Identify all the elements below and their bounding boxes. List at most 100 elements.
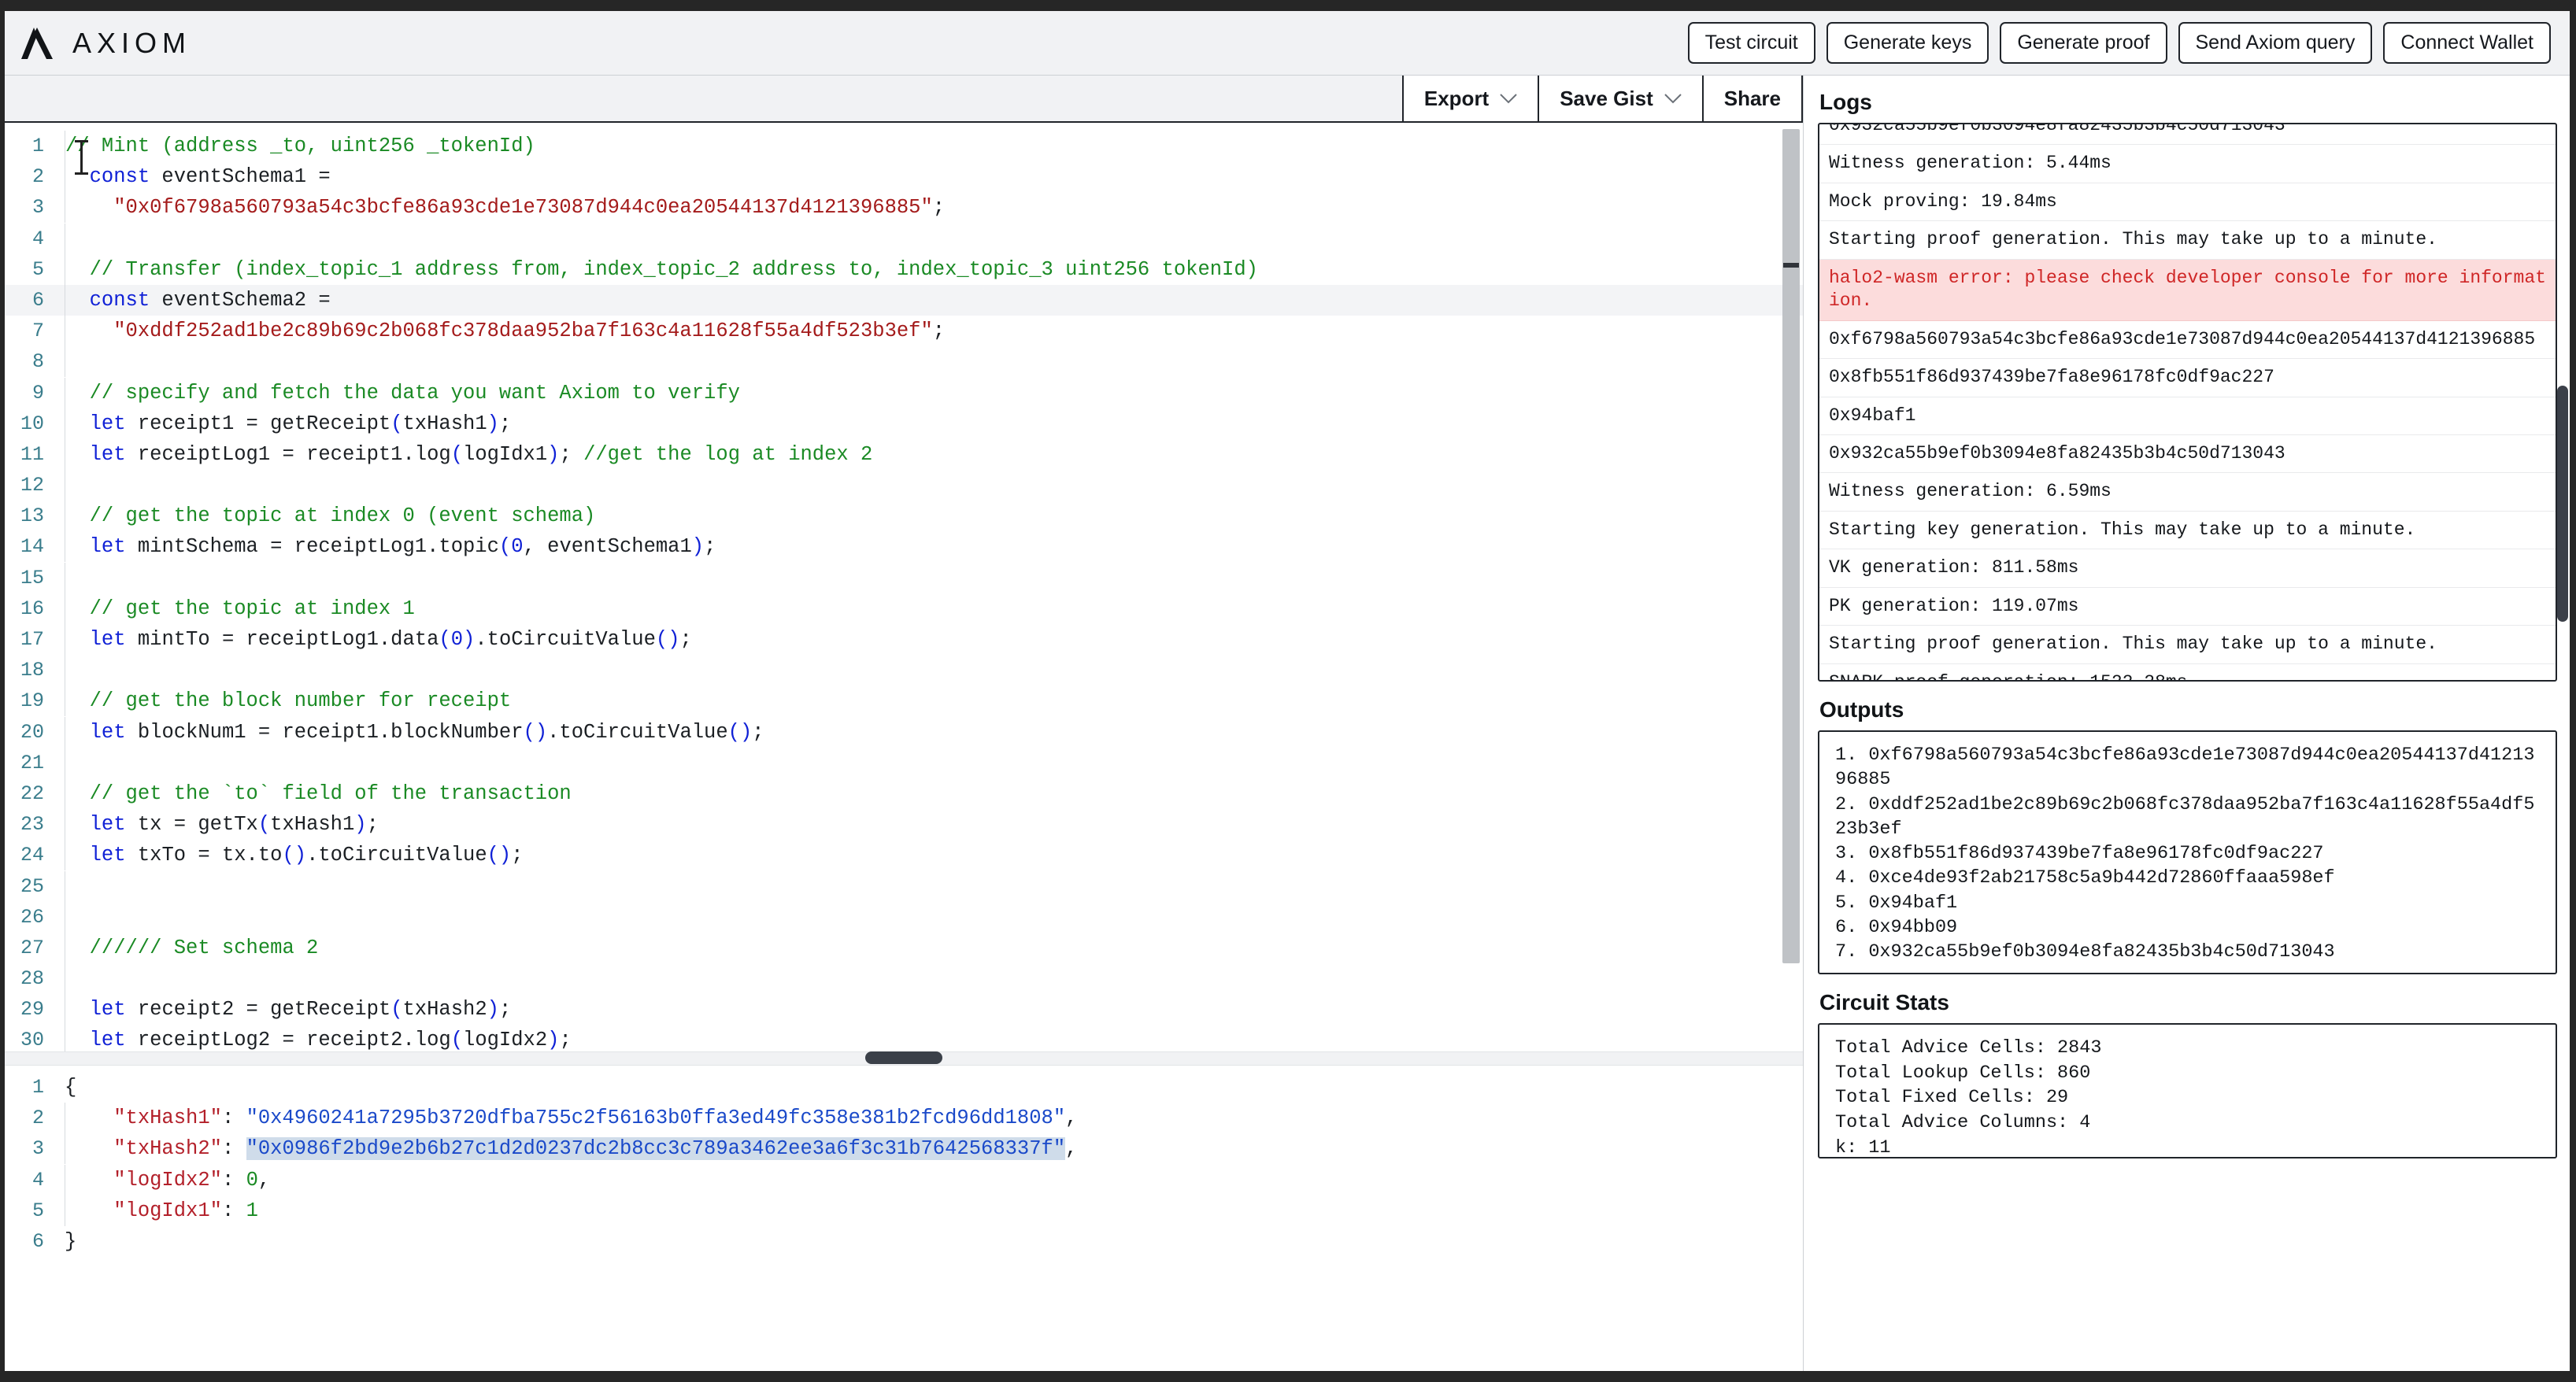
line-number: 25 [20,874,44,898]
json-line[interactable]: 1{ [5,1072,1803,1103]
line-number: 3 [31,196,44,220]
export-label: Export [1423,86,1490,110]
line-number: 17 [20,628,44,651]
code-line[interactable]: 5 // Transfer (index_topic_1 address fro… [5,253,1803,285]
share-label: Share [1723,86,1781,110]
line-number: 28 [20,967,44,991]
json-line[interactable]: 2 "txHash1": "0x4960241a7295b3720dfba755… [5,1103,1803,1134]
code-line[interactable]: 10 let receipt1 = getReceipt(txHash1); [5,408,1803,439]
code-line[interactable]: 25 [5,870,1803,902]
logs-box[interactable]: 0x932ca55b9ef0b3094e8fa82435b3b4c50d7130… [1818,123,2557,682]
axiom-app-window: AXIOM Test circuit Generate keys Generat… [0,0,2576,1382]
code-editor-scroll-marker [1783,263,1799,268]
splitter-drag-handle[interactable] [865,1051,942,1064]
line-number: 13 [20,504,44,528]
line-number: 29 [20,998,44,1022]
code-line[interactable]: 1 // Mint (address _to, uint256 _tokenId) [5,131,1803,161]
line-number: 22 [20,782,44,805]
json-line-text: "txHash1": "0x4960241a7295b3720dfba755c2… [65,1103,1077,1134]
code-line[interactable]: 20 let blockNum1 = receipt1.blockNumber(… [5,716,1803,748]
code-line[interactable]: 28 [5,963,1803,995]
code-line[interactable]: 6 const eventSchema2 = [5,284,1803,316]
line-number: 5 [31,1199,44,1222]
code-line-text: // specify and fetch the data you want A… [65,377,740,408]
code-line[interactable]: 2 const eventSchema1 = [5,161,1803,193]
code-line[interactable]: 27 ////// Set schema 2 [5,932,1803,963]
json-line[interactable]: 3 "txHash2": "0x0986f2bd9e2b6b27c1d2d023… [5,1133,1803,1165]
axiom-logo-icon [21,27,53,59]
brand-name: AXIOM [72,26,192,59]
generate-proof-button[interactable]: Generate proof [2000,21,2167,65]
code-line[interactable]: 7 "0xddf252ad1be2c89b69c2b068fc378daa952… [5,316,1803,347]
code-editor-vertical-scrollbar[interactable] [1782,129,1800,963]
line-number: 4 [31,1168,44,1192]
save-gist-label: Save Gist [1560,86,1653,110]
circuit-stats-title: Circuit Stats [1819,990,1949,1014]
outputs-title: Outputs [1819,697,1904,722]
line-number: 1 [31,1076,44,1099]
code-line-text: let blockNum1 = receipt1.blockNumber().t… [65,716,764,748]
log-row: SNARK proof generation: 1522.28ms [1819,664,2556,680]
circuit-stat-row: Total Lookup Cells: 860 [1835,1062,2091,1084]
code-line[interactable]: 4 [5,223,1803,254]
code-line[interactable]: 23 let tx = getTx(txHash1); [5,809,1803,841]
code-line-text [65,655,77,686]
code-line[interactable]: 14 let mintSchema = receiptLog1.topic(0,… [5,531,1803,563]
code-line[interactable]: 18 [5,655,1803,686]
code-line[interactable]: 13 // get the topic at index 0 (event sc… [5,501,1803,532]
brand[interactable]: AXIOM [20,26,191,61]
line-number: 10 [20,412,44,435]
line-number: 3 [31,1137,44,1161]
code-line[interactable]: 22 // get the `to` field of the transact… [5,778,1803,809]
code-line[interactable]: 11 let receiptLog1 = receipt1.log(logIdx… [5,438,1803,470]
share-button[interactable]: Share [1701,76,1803,121]
code-line-text: let receipt2 = getReceipt(txHash2); [65,994,511,1025]
connect-wallet-button[interactable]: Connect Wallet [2383,21,2551,65]
code-line-text: let receiptLog2 = receipt2.log(logIdx2); [65,1025,572,1051]
code-line[interactable]: 29 let receipt2 = getReceipt(txHash2); [5,994,1803,1025]
code-line-text: // get the topic at index 0 (event schem… [65,501,595,532]
json-line[interactable]: 5 "logIdx1": 1 [5,1195,1803,1226]
code-line[interactable]: 30 let receiptLog2 = receipt2.log(logIdx… [5,1025,1803,1051]
outputs-section: Outputs 0xf6798a560793a54c3bcfe86a93cde1… [1818,694,2557,974]
save-gist-button[interactable]: Save Gist [1538,76,1702,121]
code-line[interactable]: 24 let txTo = tx.to().toCircuitValue(); [5,840,1803,871]
send-axiom-query-button[interactable]: Send Axiom query [2178,21,2373,65]
line-number: 27 [20,936,44,959]
code-line-text: // Transfer (index_topic_1 address from,… [65,253,1258,285]
code-line[interactable]: 26 [5,901,1803,933]
output-item: 0x932ca55b9ef0b3094e8fa82435b3b4c50d7130… [1868,941,2335,963]
code-line[interactable]: 8 [5,346,1803,378]
logs-list: 0x932ca55b9ef0b3094e8fa82435b3b4c50d7130… [1819,124,2556,680]
code-editor[interactable]: 1 // Mint (address _to, uint256 _tokenId)… [5,123,1803,1051]
output-item: 0x8fb551f86d937439be7fa8e96178fc0df9ac22… [1868,843,2324,864]
code-editor-lines: 1 // Mint (address _to, uint256 _tokenId)… [5,123,1803,1051]
inputs-json-editor[interactable]: 1{2 "txHash1": "0x4960241a7295b3720dfba7… [5,1066,1803,1371]
log-row: 0x932ca55b9ef0b3094e8fa82435b3b4c50d7130… [1819,124,2556,146]
editor-splitter[interactable] [5,1051,1803,1066]
json-line-text: } [65,1229,77,1253]
code-line-text: let mintSchema = receiptLog1.topic(0, ev… [65,531,716,563]
results-panel-scrollbar[interactable] [2557,386,2568,622]
code-line[interactable]: 19 // get the block number for receipt [5,685,1803,717]
line-number: 14 [20,535,44,559]
code-line[interactable]: 3 "0x0f6798a560793a54c3bcfe86a93cde1e730… [5,192,1803,224]
line-number: 26 [20,905,44,929]
code-line[interactable]: 21 [5,747,1803,778]
line-number: 9 [31,381,44,405]
code-line[interactable]: 17 let mintTo = receiptLog1.data(0).toCi… [5,624,1803,655]
generate-keys-button[interactable]: Generate keys [1826,21,1989,65]
code-line[interactable]: 15 [5,562,1803,593]
json-line-text: "txHash2": "0x0986f2bd9e2b6b27c1d2d0237d… [65,1133,1077,1165]
test-circuit-button[interactable]: Test circuit [1687,21,1815,65]
log-row: PK generation: 119.07ms [1819,588,2556,626]
code-line[interactable]: 16 // get the topic at index 1 [5,593,1803,624]
export-button[interactable]: Export [1401,76,1538,121]
json-line[interactable]: 6} [5,1226,1803,1257]
code-line[interactable]: 9 // specify and fetch the data you want… [5,377,1803,408]
circuit-stat-row: Total Fixed Cells: 29 [1835,1087,2069,1109]
code-line[interactable]: 12 [5,470,1803,501]
json-line[interactable]: 4 "logIdx2": 0, [5,1164,1803,1195]
log-row: 0xf6798a560793a54c3bcfe86a93cde1e73087d9… [1819,321,2556,360]
line-number: 1 [31,135,44,157]
